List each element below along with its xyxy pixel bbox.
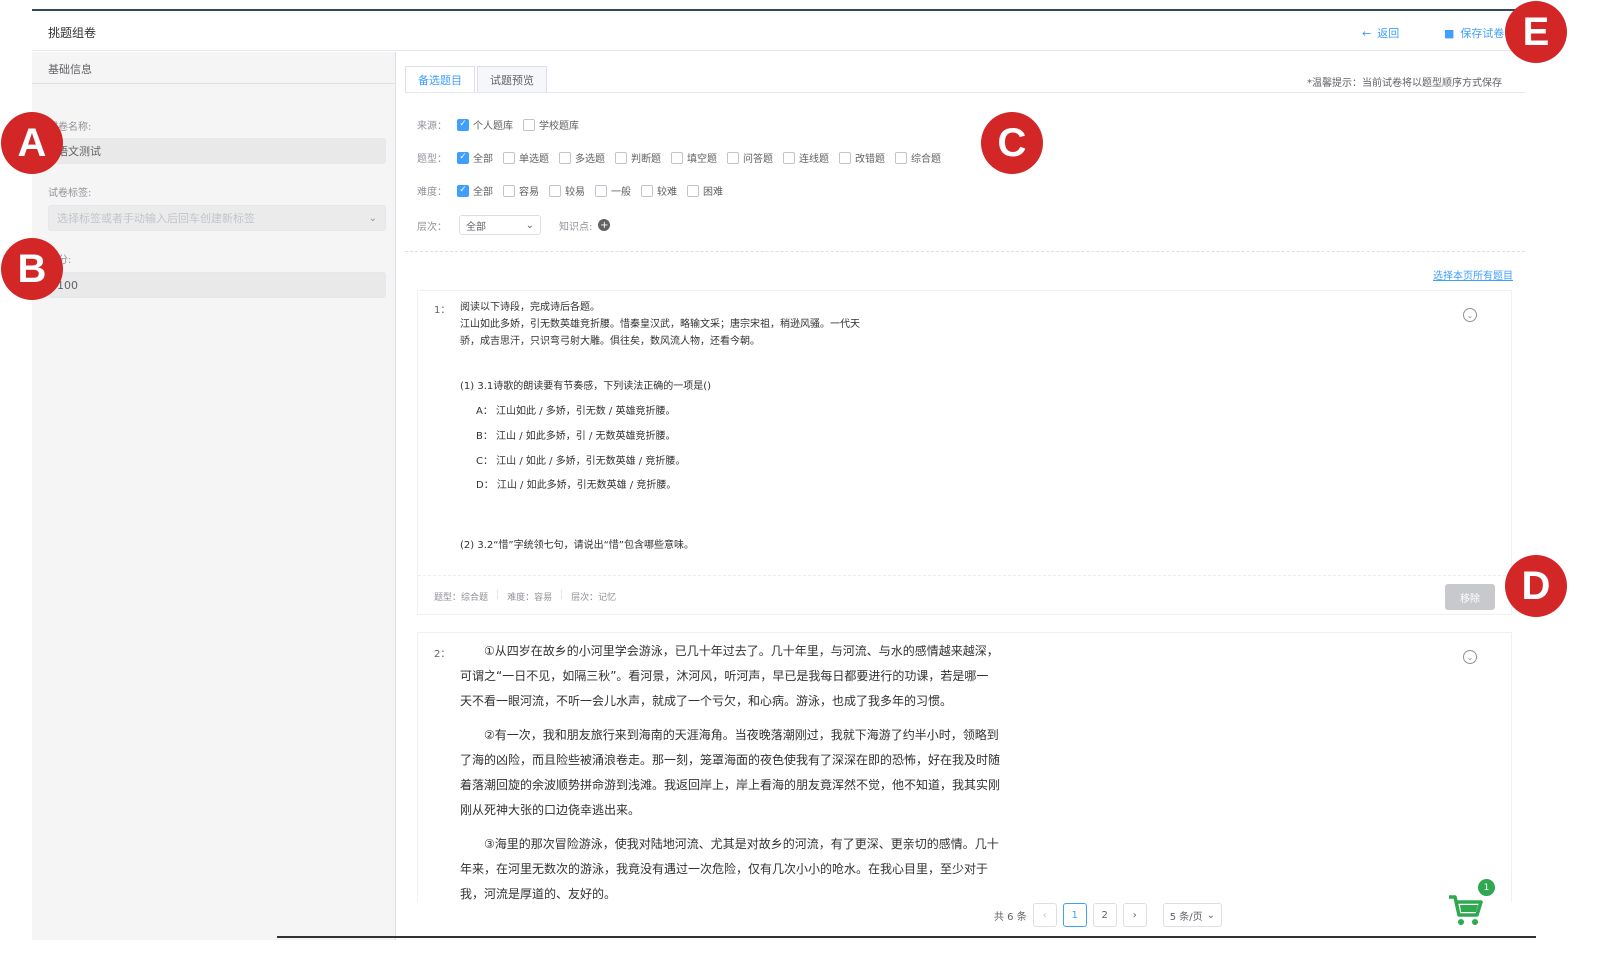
- option-d: D： 江山 / 如此多娇，引无数英雄 / 竞折腰。: [476, 480, 677, 491]
- annotation-marker-a: A: [1, 112, 63, 174]
- page-1[interactable]: 1: [1062, 903, 1087, 927]
- tab-paper-preview[interactable]: 试题预览: [477, 66, 547, 92]
- level-select[interactable]: 全部 ⌄: [459, 215, 541, 235]
- checkbox-type-single[interactable]: 单选题: [503, 150, 549, 165]
- chevron-down-icon[interactable]: ⌄: [1463, 308, 1477, 322]
- main-window: 挑题组卷 ← 返回 ■ 保存试卷 基础信息 试卷名称: 语文测试 试卷标签: 选…: [32, 9, 1530, 940]
- page-size-select[interactable]: 5 条/页 ⌄: [1162, 903, 1223, 927]
- meta-level: 层次：记忆: [571, 593, 617, 603]
- remove-button[interactable]: 移除: [1445, 584, 1495, 610]
- annotation-marker-c: C: [981, 112, 1043, 174]
- prev-page-button[interactable]: ‹: [1032, 903, 1057, 927]
- option-a: A： 江山如此 / 多娇，引无数 / 英雄竞折腰。: [476, 406, 676, 417]
- sub-question-1: (1) 3.1诗歌的朗读要有节奏感，下列读法正确的一项是(): [460, 381, 712, 392]
- checkbox-diff-normal[interactable]: 一般: [595, 183, 631, 198]
- top-bar: 挑题组卷 ← 返回 ■ 保存试卷: [32, 11, 1530, 51]
- question-number: 1：: [434, 305, 451, 316]
- pagination: 共 6 条 ‹ 1 2 › 5 条/页 ⌄: [994, 903, 1223, 927]
- paper-tag-select[interactable]: 选择标签或者手动输入后回车创建新标签 ⌄: [48, 205, 386, 231]
- checkbox-diff-all[interactable]: ✓ 全部: [457, 183, 493, 198]
- checkbox-school-bank[interactable]: 学校题库: [523, 117, 579, 132]
- meta-difficulty: 难度：容易: [507, 593, 553, 603]
- filter-type: 题型： ✓ 全部 单选题 多选题 判断题 填空题 问答题 连线题 改错题 综合题: [417, 150, 941, 165]
- passage-paragraph-2: ②有一次，我和朋友旅行来到海南的天涯海角。当夜晚落潮刚过，我就下海游了约半小时，…: [460, 728, 1001, 817]
- check-icon: ✓: [457, 151, 469, 164]
- checkbox-type-multi[interactable]: 多选题: [559, 150, 605, 165]
- cart-badge: 1: [1478, 879, 1495, 896]
- bottom-border: [277, 936, 1536, 938]
- option-b: B： 江山 / 如此多娇，引 / 无数英雄竞折腰。: [476, 431, 676, 442]
- question-card-1: 1： 阅读以下诗段，完成诗后各题。 江山如此多娇，引无数英雄竞折腰。惜秦皇汉武，…: [417, 290, 1512, 615]
- checkbox-type-match[interactable]: 连线题: [783, 150, 829, 165]
- filter-source: 来源： ✓ 个人题库 学校题库: [417, 117, 579, 132]
- chevron-down-icon: ⌄: [1206, 909, 1216, 921]
- add-knowledge-icon[interactable]: +: [598, 219, 611, 231]
- checkbox-type-qa[interactable]: 问答题: [727, 150, 773, 165]
- checkbox-diff-easy[interactable]: 容易: [503, 183, 539, 198]
- back-button[interactable]: ← 返回: [1362, 25, 1399, 41]
- annotation-marker-d: D: [1505, 555, 1567, 617]
- tab-divider: [405, 92, 1525, 93]
- shopping-cart-icon[interactable]: [1447, 893, 1483, 927]
- tab-candidate-questions[interactable]: 备选题目: [405, 66, 475, 92]
- question-number: 2：: [434, 649, 451, 660]
- checkbox-type-all[interactable]: ✓ 全部: [457, 150, 493, 165]
- chevron-down-icon: ⌄: [525, 219, 534, 231]
- checkbox-diff-hard[interactable]: 困难: [687, 183, 723, 198]
- paper-tag-label: 试卷标签:: [48, 188, 92, 199]
- page-2[interactable]: 2: [1092, 903, 1117, 927]
- check-icon: ✓: [457, 118, 469, 131]
- checkbox-diff-fairly-hard[interactable]: 较难: [641, 183, 677, 198]
- check-icon: ✓: [457, 184, 469, 197]
- passage-paragraph-3: ③海里的那次冒险游泳，使我对陆地河流、尤其是对故乡的河流，有了更深、更亲切的感情…: [460, 837, 999, 901]
- save-paper-button[interactable]: ■ 保存试卷: [1444, 25, 1504, 41]
- chevron-down-icon: ⌄: [368, 212, 377, 224]
- arrow-left-icon: ←: [1362, 26, 1372, 40]
- question-meta-bar: 题型：综合题 | 难度：容易 | 层次：记忆 移除: [418, 575, 1511, 615]
- save-tip: *温馨提示：当前试卷将以题型顺序方式保存: [1307, 78, 1502, 89]
- option-c: C： 江山 / 如此 / 多娇，引无数英雄 / 竞折腰。: [476, 456, 686, 467]
- checkbox-type-composite[interactable]: 综合题: [895, 150, 941, 165]
- next-page-button[interactable]: ›: [1122, 903, 1147, 927]
- filter-divider: [405, 251, 1525, 252]
- chevron-down-icon[interactable]: ⌄: [1463, 650, 1477, 664]
- question-card-2: 2： ⌄ ①从四岁在故乡的小河里学会游泳，已几十年过去了。几十年里，与河流、与水…: [417, 632, 1512, 902]
- filter-difficulty: 难度： ✓ 全部 容易 较易 一般 较难 困难: [417, 183, 723, 198]
- filter-level: 层次： 全部 ⌄ 知识点: +: [417, 215, 611, 235]
- tab-bar: 备选题目 试题预览: [405, 66, 549, 92]
- select-all-link[interactable]: 选择本页所有题目: [1433, 267, 1513, 282]
- checkbox-diff-fairly-easy[interactable]: 较易: [549, 183, 585, 198]
- basic-info-header: 基础信息: [32, 52, 396, 84]
- question-panel: 备选题目 试题预览 *温馨提示：当前试卷将以题型顺序方式保存 来源： ✓ 个人题库…: [397, 52, 1530, 940]
- sub-question-2: (2) 3.2“惜”字统领七句，请说出“惜”包含哪些意味。: [460, 540, 694, 551]
- annotation-marker-e: E: [1505, 1, 1567, 63]
- checkbox-type-correct[interactable]: 改错题: [839, 150, 885, 165]
- page-title: 挑题组卷: [48, 26, 97, 40]
- annotation-marker-b: B: [1, 238, 63, 300]
- total-score-input[interactable]: 100: [48, 272, 386, 298]
- passage-paragraph-1: ①从四岁在故乡的小河里学会游泳，已几十年过去了。几十年里，与河流、与水的感情越来…: [460, 644, 999, 708]
- folder-icon: ■: [1444, 26, 1455, 40]
- paper-name-input[interactable]: 语文测试: [48, 138, 386, 164]
- checkbox-type-judge[interactable]: 判断题: [615, 150, 661, 165]
- checkbox-personal-bank[interactable]: ✓ 个人题库: [457, 117, 513, 132]
- knowledge-label: 知识点:: [559, 221, 593, 233]
- question-stem: 阅读以下诗段，完成诗后各题。 江山如此多娇，引无数英雄竞折腰。惜秦皇汉武，略输文…: [460, 302, 860, 347]
- basic-info-panel: 基础信息 试卷名称: 语文测试 试卷标签: 选择标签或者手动输入后回车创建新标签…: [32, 52, 396, 940]
- total-count: 共 6 条: [994, 911, 1027, 923]
- meta-type: 题型：综合题: [434, 593, 489, 603]
- checkbox-type-blank[interactable]: 填空题: [671, 150, 717, 165]
